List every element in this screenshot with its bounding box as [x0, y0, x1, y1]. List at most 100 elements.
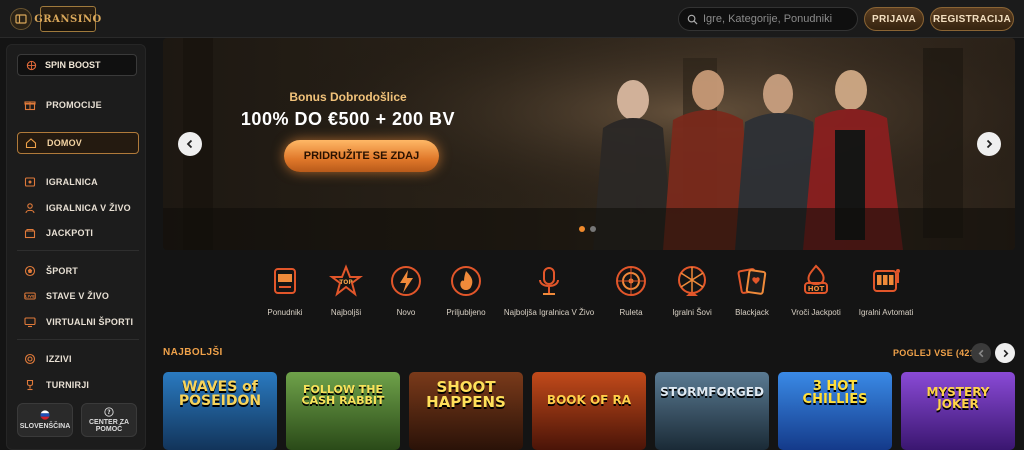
- category-label: Novo: [396, 308, 416, 317]
- wheel-icon: [673, 262, 711, 300]
- hero-banner[interactable]: Bonus Dobrodošlice 100% DO €500 + 200 BV…: [163, 38, 1015, 250]
- sidebar-item-label: DOMOV: [47, 138, 83, 148]
- help-label-line1: CENTER ZA: [88, 418, 130, 426]
- category-bar: Ponudniki TOP Najboljši Novo Priljubljen…: [163, 262, 1015, 324]
- category-label: Blackjack: [735, 308, 769, 317]
- category-hot-jackpots[interactable]: HOT Vroči Jackpoti: [776, 262, 856, 317]
- casino-icon: [23, 176, 36, 189]
- search-box[interactable]: [678, 7, 858, 31]
- sidebar-item-label: IZZIVI: [46, 354, 72, 364]
- game-tile[interactable]: MYSTERY JOKER: [901, 372, 1015, 450]
- help-icon: ?: [104, 407, 114, 417]
- game-title: 3 HOT CHILLIES: [802, 379, 868, 407]
- sidebar-item-label: VIRTUALNI ŠPORTI: [46, 317, 134, 327]
- category-label: Ruleta: [619, 308, 643, 317]
- category-best-live-casino[interactable]: Najboljša Igralnica V Živo: [504, 262, 594, 317]
- slots-icon: [867, 262, 905, 300]
- game-tile[interactable]: BOOK OF RA: [532, 372, 646, 450]
- game-tile[interactable]: 3 HOT CHILLIES: [778, 372, 892, 450]
- game-tile[interactable]: SHOOT HAPPENS: [409, 372, 523, 450]
- games-next-button[interactable]: [995, 343, 1015, 363]
- top-bar: GRANSINO PRIJAVA REGISTRACIJA: [0, 0, 1024, 38]
- search-input[interactable]: [703, 13, 853, 25]
- target-icon: [23, 353, 36, 366]
- category-label: Vroči Jackpoti: [791, 308, 841, 317]
- sidebar-divider: [17, 250, 139, 251]
- category-label: Priljubljeno: [446, 308, 486, 317]
- category-label: Igralni Šovi: [672, 308, 712, 317]
- sidebar-item-label: IGRALNICA: [46, 177, 98, 187]
- svg-text:TOP: TOP: [339, 279, 353, 286]
- login-button[interactable]: PRIJAVA: [864, 7, 924, 31]
- hero-prev-button[interactable]: [178, 132, 202, 156]
- carousel-dot[interactable]: [579, 226, 585, 232]
- sidebar-item-label: TURNIRJI: [46, 380, 90, 390]
- category-slot-machines[interactable]: Igralni Avtomati: [846, 262, 926, 317]
- category-popular[interactable]: Priljubljeno: [426, 262, 506, 317]
- game-title: MYSTERY JOKER: [926, 385, 990, 411]
- carousel-dot[interactable]: [590, 226, 596, 232]
- trophy-icon: [23, 379, 36, 392]
- game-tile[interactable]: FOLLOW THE CASH RABBIT: [286, 372, 400, 450]
- category-label: Ponudniki: [267, 308, 303, 317]
- game-title: STORMFORGED: [660, 385, 764, 399]
- sidebar-item-label: JACKPOTI: [46, 228, 94, 238]
- carousel-dots: [579, 226, 596, 232]
- slot-machine-icon: [266, 262, 304, 300]
- chevron-left-icon: [978, 349, 983, 357]
- game-title: SHOOT HAPPENS: [426, 378, 506, 411]
- game-title: WAVES of POSEIDON: [178, 379, 262, 409]
- register-button[interactable]: REGISTRACIJA: [930, 7, 1014, 31]
- ball-icon: [23, 265, 36, 278]
- jackpot-icon: [23, 227, 36, 240]
- category-label: Najboljša Igralnica V Živo: [503, 308, 595, 317]
- sidebar-item-promotions[interactable]: PROMOCIJE: [17, 94, 139, 116]
- sidebar-item-live-bets[interactable]: LIVE STAVE V ŽIVO: [17, 285, 139, 307]
- wheel-icon: [26, 60, 37, 70]
- sidebar-item-live-casino[interactable]: IGRALNICA V ŽIVO: [17, 197, 139, 219]
- view-all-link[interactable]: POGLEJ VSE (421): [893, 348, 978, 358]
- svg-text:?: ?: [107, 410, 110, 416]
- game-tile[interactable]: WAVES of POSEIDON: [163, 372, 277, 450]
- flag-icon: [40, 410, 50, 420]
- sidebar-item-label: IGRALNICA V ŽIVO: [46, 203, 131, 213]
- roulette-icon: [612, 262, 650, 300]
- chevron-right-icon: [986, 139, 993, 149]
- cards-icon: [733, 262, 771, 300]
- sidebar-item-virtual-sports[interactable]: VIRTUALNI ŠPORTI: [17, 311, 139, 333]
- section-title: NAJBOLJŠI: [163, 347, 223, 358]
- game-title: BOOK OF RA: [546, 393, 632, 407]
- site-logo[interactable]: GRANSINO: [34, 6, 101, 32]
- spin-boost-label: SPIN BOOST: [45, 60, 101, 70]
- chevron-left-icon: [186, 139, 193, 149]
- lightning-icon: [387, 262, 425, 300]
- hero-title: 100% DO €500 + 200 BV: [240, 109, 456, 129]
- hero-subtitle: Bonus Dobrodošlice: [289, 90, 407, 104]
- flame-icon: [447, 262, 485, 300]
- game-title: FOLLOW THE CASH RABBIT: [301, 383, 385, 407]
- search-icon: [687, 14, 698, 25]
- language-button[interactable]: SLOVENŠČINA: [17, 403, 73, 437]
- sidebar-item-tournaments[interactable]: TURNIRJI: [17, 374, 139, 396]
- sidebar-item-jackpots[interactable]: JACKPOTI: [17, 222, 139, 244]
- hot-icon: HOT: [797, 262, 835, 300]
- microphone-icon: [530, 262, 568, 300]
- sidebar-item-label: STAVE V ŽIVO: [46, 291, 110, 301]
- sidebar-item-label: PROMOCIJE: [46, 100, 102, 110]
- sidebar-item-home[interactable]: DOMOV: [17, 132, 139, 154]
- home-icon: [24, 137, 37, 150]
- sidebar-item-sport[interactable]: ŠPORT: [17, 260, 139, 282]
- svg-text:LIVE: LIVE: [25, 295, 35, 299]
- hero-next-button[interactable]: [977, 132, 1001, 156]
- game-tile[interactable]: STORMFORGED: [655, 372, 769, 450]
- help-center-button[interactable]: ? CENTER ZA POMOČ: [81, 403, 137, 437]
- join-now-button[interactable]: PRIDRUŽITE SE ZDAJ: [284, 140, 439, 172]
- sidebar-divider: [17, 339, 139, 340]
- spin-boost-button[interactable]: SPIN BOOST: [17, 54, 137, 76]
- menu-toggle-icon[interactable]: [10, 8, 32, 30]
- sidebar-item-label: ŠPORT: [46, 266, 79, 276]
- games-prev-button[interactable]: [971, 343, 991, 363]
- sidebar-item-challenges[interactable]: IZZIVI: [17, 348, 139, 370]
- chevron-right-icon: [1003, 349, 1008, 357]
- sidebar-item-casino[interactable]: IGRALNICA: [17, 171, 139, 193]
